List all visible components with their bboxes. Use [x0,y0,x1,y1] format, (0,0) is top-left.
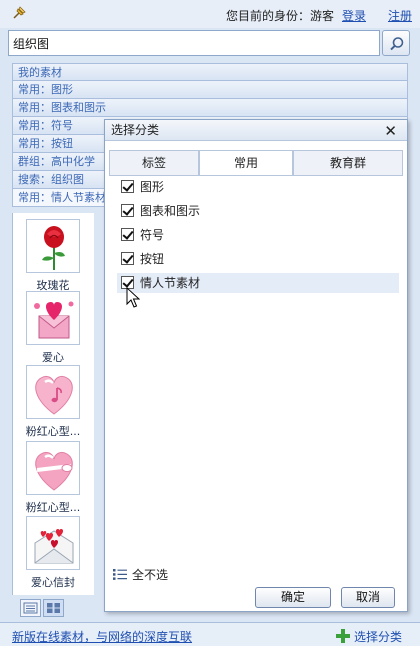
option-label: 图表和图示 [140,204,201,218]
option-label: 图形 [140,180,165,194]
tab-tags[interactable]: 标签 [109,150,199,176]
checkbox[interactable] [121,180,134,193]
close-icon[interactable]: ✕ [384,122,397,140]
option-valentine[interactable]: 情人节素材 [117,273,399,293]
thumbnail-label: 粉红心型... [25,425,81,438]
deselect-all-label: 全不选 [132,568,169,582]
checkbox[interactable] [121,252,134,265]
category-item-shapes[interactable]: 常用：图形 [12,81,408,99]
dialog-title: 选择分类 [105,120,407,141]
rose-icon [26,219,80,273]
dialog-tabs: 标签 常用 教育群 [109,150,403,176]
option-label: 情人节素材 [140,276,201,290]
footer-bar: 新版在线素材，与网络的深度互联 选择分类 [0,622,420,646]
select-category-label: 选择分类 [353,630,402,644]
checkbox[interactable] [121,228,134,241]
search-input[interactable] [8,30,380,56]
category-item-charts[interactable]: 常用：图表和图示 [12,99,408,117]
thumbnail-item[interactable]: 爱心信封 [19,516,87,590]
option-charts[interactable]: 图表和图示 [121,201,393,221]
select-category-button[interactable]: 选择分类 [335,627,402,645]
love-heart-envelope-icon [26,291,80,345]
list-view-button[interactable] [20,599,41,617]
pink-heart-music-icon [26,365,80,419]
thumbnail-label: 粉红心型... [25,501,81,514]
login-link[interactable]: 登录 [342,7,366,24]
select-category-dialog: 选择分类 ✕ 标签 常用 教育群 图形 图表和图示 符号 按钮 情人节素材 全不… [104,119,408,612]
tab-education-groups[interactable]: 教育群 [293,150,403,176]
online-materials-link[interactable]: 新版在线素材，与网络的深度互联 [12,628,192,645]
mouse-cursor-icon [126,287,140,308]
checkbox[interactable] [121,204,134,217]
pink-heart-ribbon-icon [26,441,80,495]
plus-icon [335,629,350,643]
material-thumbnail-list: 玫瑰花 爱心 粉红心型... 粉红心型... 爱心信封 [12,213,94,595]
grid-view-button[interactable] [43,599,64,617]
option-symbols[interactable]: 符号 [121,225,393,245]
option-label: 符号 [140,228,165,242]
love-letter-icon [26,516,80,570]
thumbnail-label: 爱心 [42,351,64,364]
pin-icon[interactable] [12,6,26,20]
tab-panel-common: 图形 图表和图示 符号 按钮 情人节素材 [109,175,403,575]
option-buttons[interactable]: 按钮 [121,249,393,269]
identity-label: 您目前的身份：游客 [225,9,334,23]
thumbnail-item[interactable]: 粉红心型... [19,365,87,439]
thumbnail-item[interactable]: 爱心 [19,291,87,365]
thumbnail-label: 爱心信封 [31,576,75,589]
register-link[interactable]: 注册 [388,7,412,24]
thumbnail-item[interactable]: 粉红心型... [19,441,87,515]
tab-common[interactable]: 常用 [199,150,293,176]
category-item-my-materials[interactable]: 我的素材 [12,63,408,81]
search-icon [390,37,404,51]
deselect-all-button[interactable]: 全不选 [113,566,168,583]
list-view-icon [23,602,38,614]
option-shapes[interactable]: 图形 [121,177,393,197]
option-label: 按钮 [140,252,165,266]
list-icon [113,569,127,580]
top-bar: 您目前的身份：游客 登录 注册 [0,0,420,28]
cancel-button[interactable]: 取消 [341,587,395,608]
search-button[interactable] [382,30,410,56]
ok-button[interactable]: 确定 [255,587,331,608]
grid-view-icon [47,603,60,613]
view-toggle [20,599,66,617]
thumbnail-item[interactable]: 玫瑰花 [19,219,87,293]
